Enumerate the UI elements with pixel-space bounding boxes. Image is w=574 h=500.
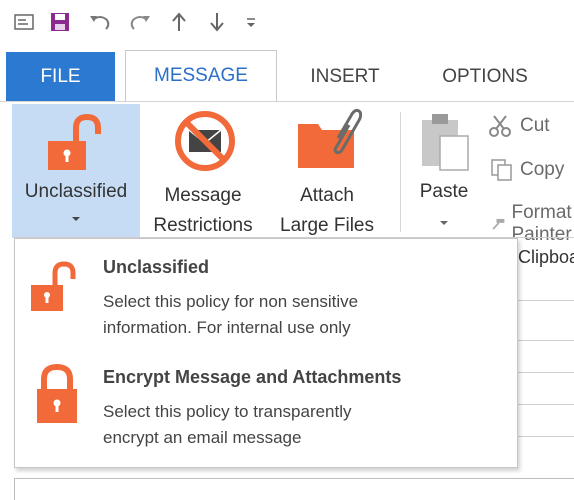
chevron-down-icon [439,219,449,227]
tab-file[interactable]: FILE [6,52,115,102]
ribbon-tab-bar: FILE MESSAGE INSERT OPTIONS [0,46,574,102]
option-description-line1: Select this policy for non sensitive [103,289,503,315]
customize-toolbar-icon[interactable] [242,10,260,34]
unclassified-button[interactable]: Unclassified [12,104,140,238]
clipboard-group-label: Clipboard [518,247,574,268]
paste-button[interactable]: Paste [408,104,480,238]
undo-icon[interactable] [86,10,114,34]
message-restrictions-button[interactable]: Message Restrictions [142,104,264,238]
next-item-icon[interactable] [206,10,228,34]
format-painter-icon [492,213,506,235]
message-body-area[interactable] [14,478,574,500]
copy-button[interactable]: Copy [490,158,564,182]
tab-insert[interactable]: INSERT [290,52,400,102]
restrictions-label-line1: Message [142,181,264,211]
folder-paperclip-icon [296,108,362,172]
restricted-envelope-icon [174,110,236,172]
locked-padlock-icon [35,363,79,425]
format-painter-label: Format Painter [512,202,574,246]
option-unclassified[interactable]: Unclassified Select this policy for non … [15,239,517,351]
ribbon-separator [400,112,401,232]
copy-label: Copy [520,159,564,181]
tab-message[interactable]: MESSAGE [125,50,277,103]
unclassified-label: Unclassified [12,181,140,203]
attach-label-line1: Attach [266,181,388,211]
option-description-line1: Select this policy to transparently [103,399,503,425]
new-email-icon[interactable] [12,10,36,34]
paste-label: Paste [408,181,480,203]
cut-label: Cut [520,115,550,137]
option-encrypt[interactable]: Encrypt Message and Attachments Select t… [15,351,517,467]
unlocked-padlock-icon [46,114,106,172]
classification-dropdown: Unclassified Select this policy for non … [14,238,518,468]
paste-clipboard-icon [420,112,470,172]
copy-icon [490,158,514,182]
redo-icon[interactable] [126,10,154,34]
attach-large-files-button[interactable]: Attach Large Files [266,104,388,238]
quick-access-toolbar [0,0,574,46]
tab-options[interactable]: OPTIONS [420,52,550,102]
ribbon: Unclassified Message Restrictions Attach… [0,101,574,240]
unlocked-padlock-icon [29,261,81,315]
option-title: Unclassified [103,257,209,278]
scissors-icon [488,114,514,138]
previous-item-icon[interactable] [168,10,190,34]
chevron-down-icon [71,215,81,223]
option-description-line2: encrypt an email message [103,425,503,451]
option-title: Encrypt Message and Attachments [103,367,401,388]
save-icon[interactable] [48,10,72,34]
option-description-line2: information. For internal use only [103,315,503,341]
cut-button[interactable]: Cut [488,114,550,138]
